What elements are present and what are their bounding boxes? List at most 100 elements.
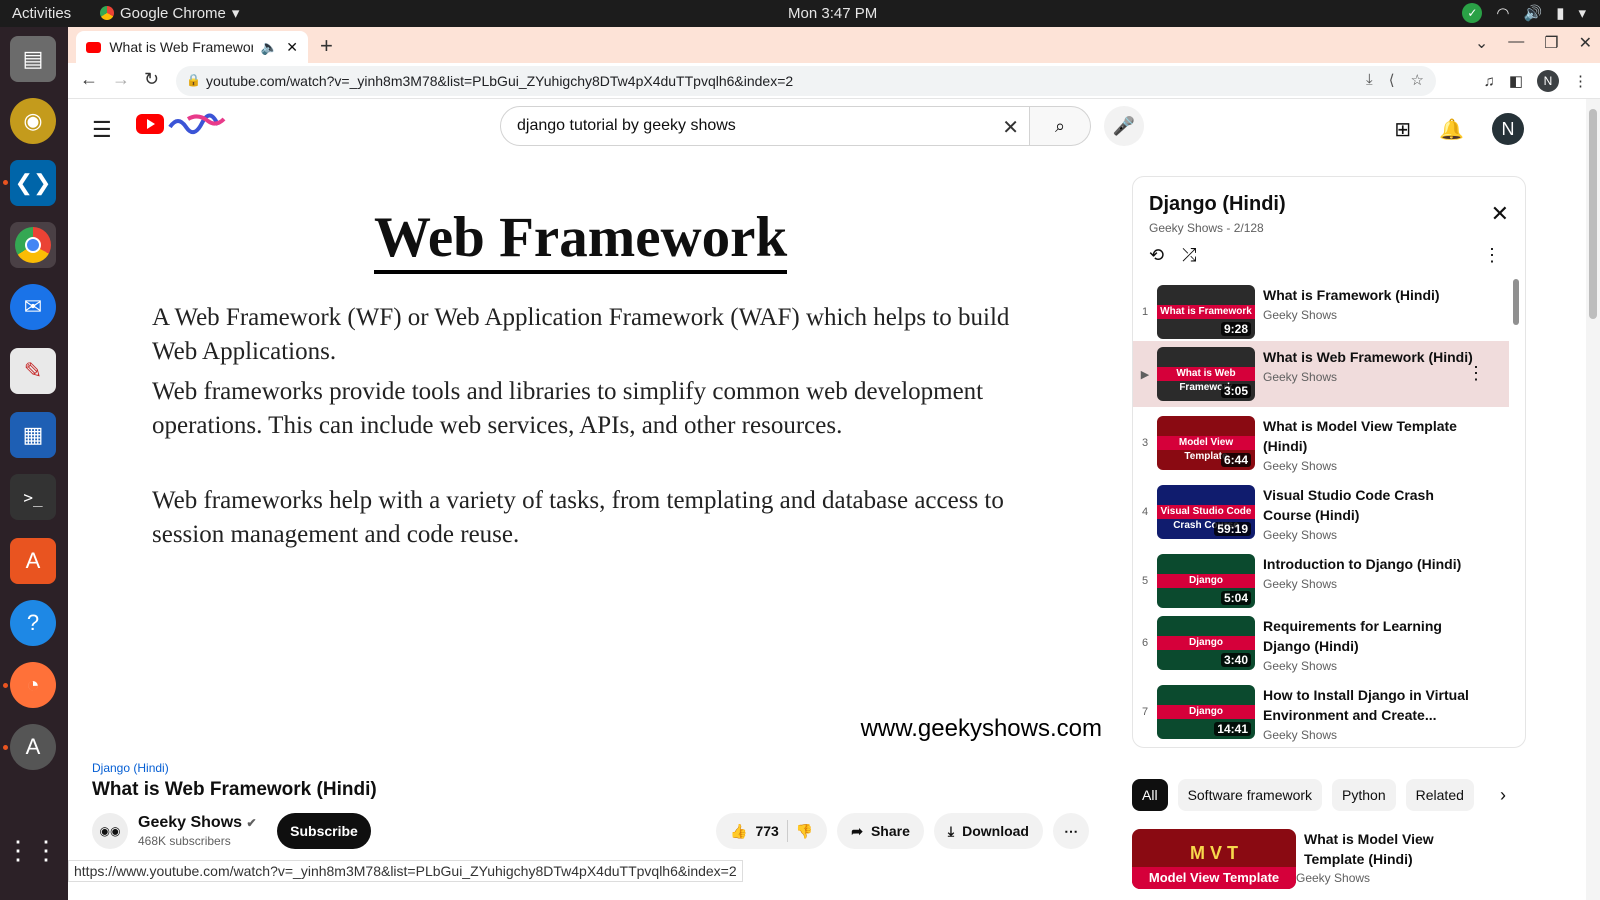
- media-control-icon[interactable]: ♫: [1484, 73, 1495, 90]
- thunderbird-icon[interactable]: ✉: [10, 284, 56, 330]
- filter-chip[interactable]: Software framework: [1177, 779, 1323, 811]
- show-apps-icon[interactable]: ⋮⋮: [5, 827, 59, 873]
- lock-icon[interactable]: 🔒: [186, 73, 201, 87]
- like-count[interactable]: 773: [755, 823, 778, 839]
- playlist-item-thumbnail[interactable]: Visual Studio Code Crash Course 59:19: [1157, 485, 1255, 539]
- playlist-link[interactable]: Django (Hindi): [92, 761, 169, 775]
- search-button[interactable]: ⌕: [1029, 106, 1091, 146]
- app-menu[interactable]: Google Chrome ▾: [100, 4, 239, 22]
- clock[interactable]: Mon 3:47 PM: [788, 5, 877, 22]
- playlist-item[interactable]: 1 What is Framework 9:28 What is Framework …: [1133, 279, 1509, 345]
- close-playlist-icon[interactable]: ✕: [1491, 201, 1509, 227]
- playlist-item[interactable]: 7 Django 14:41 How to Install Django in Vir…: [1133, 679, 1509, 745]
- help-icon[interactable]: ?: [10, 600, 56, 646]
- forward-button[interactable]: →: [112, 69, 130, 90]
- create-video-icon[interactable]: ⊞: [1394, 117, 1411, 142]
- account-avatar[interactable]: N: [1492, 113, 1524, 145]
- hamburger-menu-icon[interactable]: ☰: [92, 117, 112, 143]
- subscribe-button[interactable]: Subscribe: [277, 813, 371, 849]
- playlist-title[interactable]: Django (Hindi): [1149, 193, 1286, 216]
- document-viewer-icon[interactable]: ▦: [10, 412, 56, 458]
- playlist-item[interactable]: 4 Visual Studio Code Crash Course 59:19 Vis…: [1133, 479, 1509, 545]
- notifications-bell-icon[interactable]: 🔔: [1439, 117, 1464, 142]
- playlist-item-title[interactable]: What is Model View Template (Hindi): [1263, 416, 1473, 456]
- filter-chip[interactable]: Python: [1332, 779, 1396, 811]
- playlist-item-title[interactable]: Requirements for Learning Django (Hindi): [1263, 616, 1473, 656]
- files-app-icon[interactable]: ▤: [10, 36, 56, 82]
- tab-youtube[interactable]: What is Web Framework 🔈 ✕: [76, 31, 308, 63]
- chip-next-icon[interactable]: ›: [1500, 785, 1506, 806]
- share-icon[interactable]: ⟨: [1389, 71, 1395, 89]
- shuffle-icon[interactable]: ⤮: [1182, 245, 1196, 266]
- voice-search-button[interactable]: 🎤: [1104, 106, 1144, 146]
- thumbs-up-icon[interactable]: 👍: [730, 823, 747, 840]
- playlist-item-title[interactable]: What is Web Framework (Hindi): [1263, 347, 1473, 367]
- back-button[interactable]: ←: [80, 69, 98, 90]
- playlist-item[interactable]: 3 Model View Template 6:44 What is Model Vi…: [1133, 410, 1509, 476]
- check-icon[interactable]: ✓: [1462, 3, 1483, 23]
- playlist-scrollbar[interactable]: [1513, 279, 1519, 325]
- playlist-item-title[interactable]: How to Install Django in Virtual Environ…: [1263, 685, 1473, 725]
- channel-name[interactable]: Geeky Shows: [138, 814, 242, 831]
- bookmark-star-icon[interactable]: ☆: [1411, 71, 1424, 89]
- firefox-icon[interactable]: ◔: [10, 662, 56, 708]
- activities-button[interactable]: Activities: [12, 5, 71, 22]
- playlist-item-thumbnail[interactable]: Django 14:41: [1157, 685, 1255, 739]
- playlist-item[interactable]: 6 Django 3:40 Requirements for Learning Dja…: [1133, 610, 1509, 676]
- playlist-item[interactable]: ▶ What is Web Framework 3:05 What is Web Fr…: [1133, 341, 1509, 407]
- download-button[interactable]: ⤓ Download: [933, 813, 1043, 849]
- clear-search-icon[interactable]: ✕: [1002, 115, 1019, 140]
- recommended-video[interactable]: M V T Model View Template What is Model …: [1132, 829, 1494, 889]
- playlist-more-icon[interactable]: ⋮: [1483, 245, 1501, 266]
- playlist-item-thumbnail[interactable]: Model View Template 6:44: [1157, 416, 1255, 470]
- text-editor-icon[interactable]: ✎: [10, 348, 56, 394]
- system-tray[interactable]: ✓ ◠ 🔊 ▮ ▾: [1462, 3, 1586, 23]
- playlist-item-thumbnail[interactable]: Django 5:04: [1157, 554, 1255, 608]
- playlist-item-title[interactable]: What is Framework (Hindi): [1263, 285, 1473, 305]
- chrome-dock-icon[interactable]: [10, 222, 56, 268]
- filter-chip[interactable]: Related: [1405, 779, 1474, 811]
- page-scrollbar-thumb[interactable]: [1589, 109, 1597, 319]
- loop-icon[interactable]: ⟲: [1149, 245, 1164, 266]
- volume-icon[interactable]: 🔊: [1524, 4, 1543, 22]
- tab-search-icon[interactable]: ⌄: [1475, 33, 1488, 53]
- playlist-item-thumbnail[interactable]: What is Framework 9:28: [1157, 285, 1255, 339]
- reload-button[interactable]: ↻: [144, 69, 159, 90]
- maximize-button[interactable]: ❐: [1544, 33, 1558, 53]
- page-scrollbar[interactable]: [1586, 99, 1600, 900]
- side-panel-icon[interactable]: ◧: [1509, 72, 1523, 90]
- playlist-item-title[interactable]: Introduction to Django (Hindi): [1263, 554, 1473, 574]
- playlist-item-thumbnail[interactable]: What is Web Framework 3:05: [1157, 347, 1255, 401]
- wifi-icon[interactable]: ◠: [1496, 4, 1509, 22]
- install-icon[interactable]: ⤓: [1366, 71, 1373, 89]
- new-tab-button[interactable]: +: [320, 33, 333, 59]
- software-updater-icon[interactable]: A: [10, 724, 56, 770]
- thumbs-down-icon[interactable]: 👎: [796, 823, 813, 840]
- doodle-logo[interactable]: [168, 113, 228, 135]
- speaker-icon[interactable]: 🔈: [261, 39, 278, 56]
- playlist-item-thumbnail[interactable]: Django 3:40: [1157, 616, 1255, 670]
- rec-thumbnail[interactable]: M V T Model View Template: [1132, 829, 1296, 889]
- rhythmbox-icon[interactable]: ◉: [10, 98, 56, 144]
- battery-icon[interactable]: ▮: [1556, 4, 1564, 22]
- chrome-menu-icon[interactable]: ⋮: [1573, 72, 1588, 90]
- playlist-item[interactable]: 5 Django 5:04 Introduction to Django (Hindi…: [1133, 548, 1509, 614]
- address-bar[interactable]: 🔒 youtube.com/watch?v=_yinh8m3M78&list=P…: [176, 66, 1436, 96]
- share-button[interactable]: ➦ Share: [837, 813, 924, 849]
- power-menu-icon[interactable]: ▾: [1578, 4, 1586, 22]
- item-more-icon[interactable]: ⋮: [1467, 363, 1485, 384]
- vscode-icon[interactable]: ❮❯: [10, 160, 56, 206]
- rec-title[interactable]: What is Model View Template (Hindi): [1304, 829, 1494, 869]
- profile-avatar[interactable]: N: [1537, 70, 1559, 92]
- channel-avatar[interactable]: ◉◉: [92, 813, 128, 849]
- filter-chip[interactable]: All: [1132, 779, 1168, 811]
- tab-close-icon[interactable]: ✕: [286, 39, 298, 56]
- youtube-logo[interactable]: [136, 114, 164, 134]
- software-store-icon[interactable]: A: [10, 538, 56, 584]
- more-actions-button[interactable]: ⋯: [1052, 813, 1089, 849]
- minimize-button[interactable]: —: [1508, 33, 1524, 53]
- terminal-icon[interactable]: >_: [10, 474, 56, 520]
- video-player[interactable]: Web Framework A Web Framework (WF) or We…: [92, 179, 1110, 747]
- playlist-item-title[interactable]: Visual Studio Code Crash Course (Hindi): [1263, 485, 1473, 525]
- search-input[interactable]: django tutorial by geeky shows ✕: [500, 106, 1030, 146]
